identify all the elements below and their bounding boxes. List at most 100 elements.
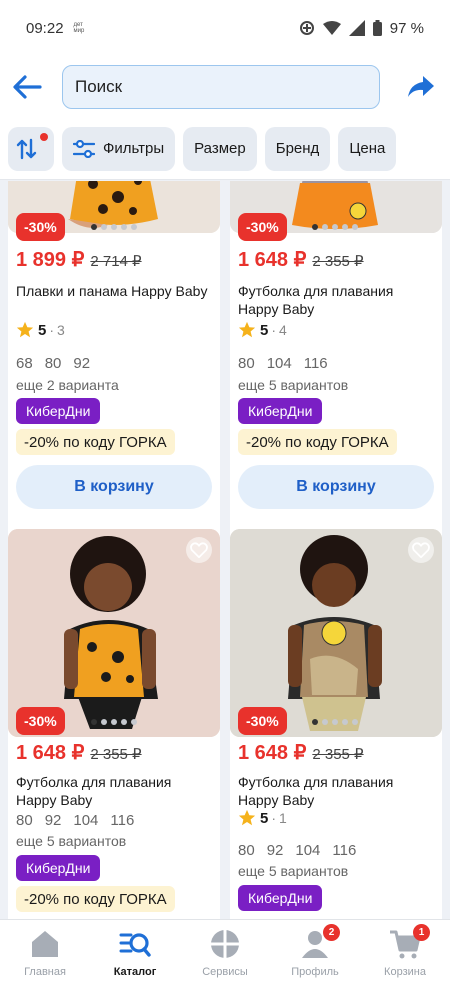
star-icon [238,321,256,338]
search-bar [0,56,450,118]
promo-code-tag: -20% по коду ГОРКА [238,429,397,455]
tab-profile[interactable]: 2 Профиль [270,920,360,1000]
share-icon[interactable] [408,76,434,98]
cart-badge: 1 [413,924,430,941]
price-row: 1 648 ₽ 2 355 ₽ [238,247,364,272]
filters-button[interactable]: Фильтры [62,126,176,171]
tab-services[interactable]: Сервисы [180,920,270,1000]
promo-code-tag: -20% по коду ГОРКА [16,886,175,912]
product-image[interactable] [8,529,220,737]
status-app-mini-icon: дет мир [73,22,85,34]
old-price: 2 714 ₽ [90,253,142,270]
battery-icon [372,20,382,36]
rating-count: 3 [57,322,65,338]
add-to-cart-button[interactable]: В корзину [238,465,434,509]
price: 1 648 ₽ [238,249,307,271]
price: 1 648 ₽ [238,742,307,764]
rating: 5 · 1 [238,809,287,827]
rating: 5 · 4 [238,321,287,339]
size-list: 80 92 104 116 [238,842,356,859]
size-option: 80 [16,812,33,829]
home-icon [32,931,58,957]
back-arrow-icon[interactable] [12,74,42,100]
rating-score: 5 [260,321,269,339]
leopard-swim-shirt-image [8,529,220,737]
size-option: 116 [303,355,328,372]
star-icon [16,321,34,338]
size-list: 68 80 92 [16,355,90,372]
status-time: 09:22 [26,19,64,37]
tab-profile-label: Профиль [291,966,339,978]
cyber-days-tag: КиберДни [238,885,323,911]
product-image[interactable] [230,529,442,737]
tab-home[interactable]: Главная [0,920,90,1000]
search-input[interactable] [62,65,380,109]
price-row: 1 899 ₽ 2 714 ₽ [16,247,142,272]
price: 1 648 ₽ [16,742,85,764]
tab-catalog-label: Каталог [113,966,157,978]
size-list: 80 92 104 116 [16,812,134,829]
profile-icon-wrap: 2 [298,924,340,960]
tab-home-label: Главная [24,966,66,978]
filters-label: Фильтры [103,140,165,157]
discount-badge: -30% [16,707,65,735]
product-feed: -30% 1 899 ₽ 2 714 ₽ Плавки и панама Hap… [0,181,450,919]
rating-separator: · [271,810,277,826]
size-filter-chip[interactable]: Размер [183,126,257,171]
price-row: 1 648 ₽ 2 355 ₽ [16,740,142,765]
size-option: 104 [295,842,321,859]
more-variants: еще 5 вариантов [238,863,349,879]
tab-services-label: Сервисы [202,966,248,978]
rating-separator: · [49,322,55,338]
sort-active-dot [40,132,48,141]
product-title[interactable]: Футболка для плавания Happy Baby [238,773,434,809]
brand-filter-chip[interactable]: Бренд [264,126,331,171]
status-right: 97 % [299,20,424,37]
cyber-days-tag: КиберДни [16,855,101,881]
cart-icon-wrap: 1 [388,924,430,960]
rating-count: 4 [279,322,287,338]
product-card[interactable]: -30% 1 648 ₽ 2 355 ₽ Футболка для плаван… [8,524,220,919]
image-pager-dots [91,224,137,230]
rating-separator: · [271,322,277,338]
heart-icon [190,542,208,558]
size-option: 92 [44,812,62,829]
bottom-tab-bar: Главная Каталог Сервисы 2 Профиль 1 Корз… [0,919,450,1000]
cyber-days-tag: КиберДни [16,398,101,424]
sync-icon [299,21,314,35]
rating-count: 1 [279,810,287,826]
heart-icon [412,542,430,558]
price: 1 899 ₽ [16,249,85,271]
product-title[interactable]: Футболка для плавания Happy Baby [238,282,434,318]
sort-button[interactable] [8,126,54,171]
product-title[interactable]: Плавки и панама Happy Baby [16,282,212,300]
size-option: 92 [266,842,284,859]
tab-catalog[interactable]: Каталог [90,920,180,1000]
price-filter-chip[interactable]: Цена [338,126,397,171]
size-filter-label: Размер [194,140,246,157]
old-price: 2 355 ₽ [312,746,364,763]
wifi-icon [322,21,341,35]
old-price: 2 355 ₽ [90,746,142,763]
image-pager-dots [312,719,358,725]
add-to-cart-button[interactable]: В корзину [16,465,212,509]
product-card[interactable]: -30% 1 648 ₽ 2 355 ₽ Футболка для плаван… [230,524,442,919]
sort-icon [16,138,37,159]
profile-badge: 2 [323,924,340,941]
rating: 5 · 3 [16,321,65,339]
tab-cart-label: Корзина [384,966,426,978]
favorite-button[interactable] [408,537,434,563]
image-pager-dots [312,224,358,230]
product-title[interactable]: Футболка для плавания Happy Baby [16,773,212,809]
tab-cart[interactable]: 1 Корзина [360,920,450,1000]
size-option: 80 [238,355,255,372]
smiley-swim-shirt-image [230,529,442,737]
promo-code-tag: -20% по коду ГОРКА [16,429,175,455]
signal-icon [348,20,365,36]
old-price: 2 355 ₽ [312,253,364,270]
more-variants: еще 5 вариантов [238,377,349,393]
favorite-button[interactable] [186,537,212,563]
size-option: 92 [73,355,91,372]
discount-badge: -30% [238,707,287,735]
filter-bar: Фильтры Размер Бренд Цена [0,118,450,180]
